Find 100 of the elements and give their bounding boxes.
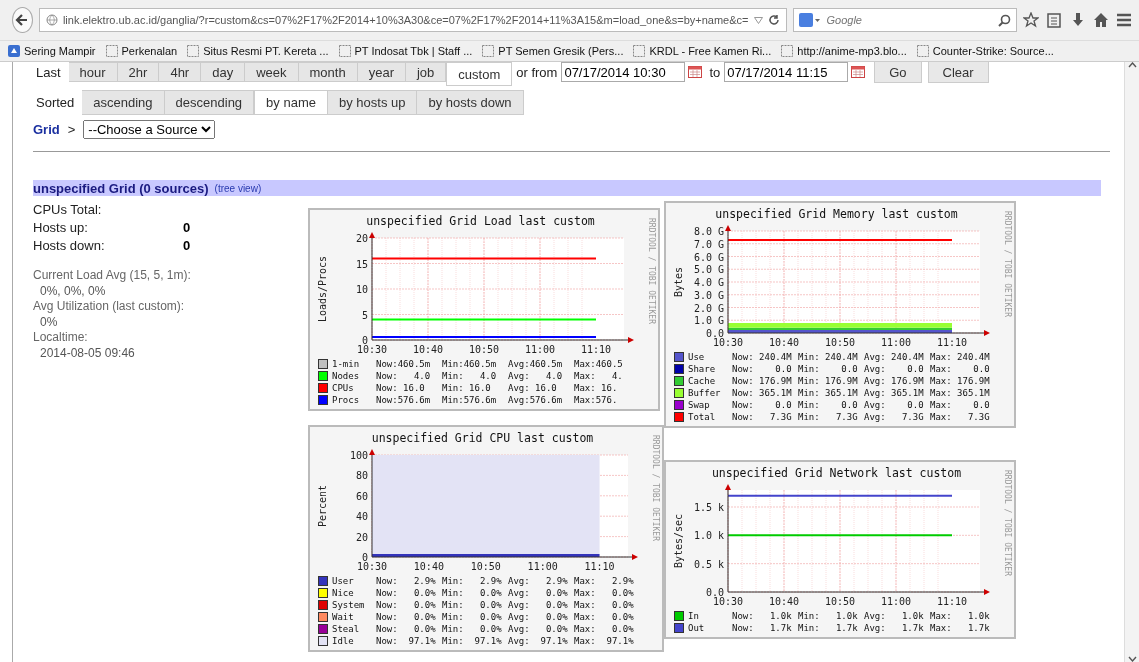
clear-button[interactable]: Clear <box>927 62 989 83</box>
source-select[interactable]: --Choose a Source <box>83 120 216 139</box>
axis-tick-label: 10:50 <box>468 344 500 355</box>
legend-stat: Min: 0.0% <box>442 588 503 598</box>
range-tab[interactable]: hour <box>68 62 118 82</box>
bookmark-link[interactable]: http://anime-mp3.blo... <box>781 45 907 57</box>
axis-tick-label: 5 <box>361 309 368 321</box>
go-button[interactable]: Go <box>874 62 922 83</box>
bookmark-link[interactable]: PT Indosat Tbk | Staff ... <box>338 45 473 57</box>
legend-stat: Max: 1.0k <box>930 611 991 621</box>
legend-label: User <box>332 576 355 586</box>
legend-stat: Now: 0.0% <box>376 624 437 634</box>
bookmark-link[interactable]: Counter-Strike: Source... <box>916 45 1054 57</box>
axis-tick-label: 10:30 <box>712 596 744 607</box>
bookmark-link[interactable]: PT Semen Gresik (Pers... <box>482 45 624 57</box>
axis-tick-label: 1.5 k <box>693 502 724 513</box>
axis-tick-label: 8.0 G <box>693 226 724 237</box>
sort-tab[interactable]: by hosts down <box>417 90 524 115</box>
tree-view-link[interactable]: (tree view) <box>214 182 262 194</box>
bookmark-link[interactable]: Situs Resmi PT. Kereta ... <box>187 45 329 57</box>
detail-value: 0% <box>39 314 59 330</box>
range-tab[interactable]: month <box>298 62 358 82</box>
from-label: or from <box>515 64 559 80</box>
from-date-field[interactable]: 07/17/2014 10:30 <box>561 62 686 82</box>
bookmark-link[interactable]: Perkenalan <box>105 45 178 57</box>
axis-tick-label: 11:10 <box>936 337 968 348</box>
axis-tick-label: 0 <box>361 552 368 563</box>
sort-tab[interactable]: ascending <box>82 90 165 115</box>
bookmark-link[interactable]: Sering Mampir <box>8 45 96 57</box>
legend-stat: Min: 97.1% <box>442 636 503 646</box>
stat-label: Hosts up: <box>33 219 89 235</box>
sort-tab[interactable]: descending <box>164 90 255 115</box>
legend-stat: Min: 0.0% <box>442 624 503 634</box>
graph-title: unspecified Grid Network last custom <box>711 466 962 480</box>
axis-title: Bytes/sec <box>673 513 684 569</box>
range-label: Last <box>35 64 62 80</box>
legend-stat: Min: 7.3G <box>798 412 859 422</box>
stat-label: Hosts down: <box>33 237 106 253</box>
axis-tick-label: 3.0 G <box>693 289 724 301</box>
axis-tick-label: 10:40 <box>413 561 444 572</box>
grid-link[interactable]: Grid <box>33 122 60 137</box>
legend-stat: Now: 97.1% <box>376 636 437 646</box>
legend-stat: Now:460.5m <box>376 359 432 369</box>
axis-tick-label: 11:10 <box>580 344 612 355</box>
legend-stat: Max:460.5 <box>574 359 624 369</box>
range-tab[interactable]: 4hr <box>159 62 202 82</box>
stat-value: 0 <box>183 219 192 235</box>
axis-tick-label: 0.0 <box>705 328 724 339</box>
legend-stat: Min: 16.0 <box>442 383 492 393</box>
axis-tick-label: 10:50 <box>824 337 856 348</box>
range-tab[interactable]: day <box>201 62 246 82</box>
legend-stat: Now: 0.0 <box>732 400 793 410</box>
range-tab[interactable]: 2hr <box>117 62 160 82</box>
legend-stat: Min: 2.9% <box>442 576 503 586</box>
graph-credit: RRDTOOL / TOBI OETIKER <box>647 218 656 324</box>
legend-stat: Now: 176.9M <box>732 376 793 386</box>
axis-tick-label: 11:10 <box>584 561 615 572</box>
legend-stat: Max: 0.0% <box>574 624 635 634</box>
breadcrumb-separator: > <box>66 122 77 137</box>
axis-tick-label: 10:40 <box>768 596 800 607</box>
range-tab[interactable]: job <box>405 62 447 82</box>
range-tab[interactable]: week <box>245 62 299 82</box>
legend-label: Steal <box>332 624 361 634</box>
legend-label: Idle <box>332 636 355 646</box>
url-field[interactable]: link.elektro.ub.ac.id/ganglia/?r=custom&cs=07%2F17%2F2014+10%3A30&ce=07%2F17%2F2014+11%3A15&m=load_one&s=by+name&c= <box>38 8 787 32</box>
sort-tab[interactable]: by hosts up <box>327 90 418 115</box>
legend-stat: Now: 4.0 <box>376 371 432 381</box>
legend-stat: Avg: 16.0 <box>508 383 558 393</box>
axis-tick-label: 11:00 <box>527 561 558 572</box>
legend-stat: Min: 1.0k <box>798 611 859 621</box>
legend-stat: Min: 365.1M <box>798 388 859 398</box>
legend-stat: Min: 176.9M <box>798 376 859 386</box>
axis-tick-label: 4.0 G <box>693 277 724 288</box>
axis-tick-label: 0.0 <box>705 587 724 598</box>
to-date-field[interactable]: 07/17/2014 11:15 <box>724 62 849 82</box>
legend-stat: Min: 240.4M <box>798 352 859 362</box>
range-tab[interactable]: year <box>357 62 406 82</box>
graph-title: unspecified Grid Load last custom <box>366 214 595 228</box>
legend-label: Use <box>688 352 706 362</box>
legend-stat: Now: 0.0% <box>376 588 437 598</box>
range-tab[interactable]: custom <box>446 62 513 86</box>
legend-label: Buffer <box>688 388 722 398</box>
url-text: link.elektro.ub.ac.id/ganglia/?r=custom&cs=07%2F17%2F2014+10%3A30&ce=07%2F17%2F2014+11%3A15&m=load_one&s=by+name&c= <box>62 14 749 26</box>
detail-label: Localtime: <box>33 330 89 345</box>
sort-tab[interactable]: by name <box>254 90 328 115</box>
legend-stat: Avg: 365.1M <box>864 388 925 398</box>
axis-tick-label: 7.0 G <box>693 238 724 250</box>
legend-stat: Avg: 1.7k <box>864 623 925 633</box>
axis-title: Percent <box>317 484 328 528</box>
legend-stat: Avg: 0.0% <box>508 588 569 598</box>
legend-stat: Avg: 97.1% <box>508 636 569 646</box>
axis-tick-label: 10:50 <box>470 561 501 572</box>
search-input[interactable]: Google <box>824 13 994 27</box>
axis-tick-label: 11:10 <box>936 596 968 607</box>
search-field[interactable]: Google <box>792 8 1017 32</box>
legend-stat: Avg: 4.0 <box>508 371 564 381</box>
axis-tick-label: 10:30 <box>356 561 388 572</box>
legend-label: CPUs <box>332 383 355 393</box>
legend-stat: Avg: 0.0 <box>864 400 925 410</box>
bookmark-link[interactable]: KRDL - Free Kamen Ri... <box>633 45 772 57</box>
